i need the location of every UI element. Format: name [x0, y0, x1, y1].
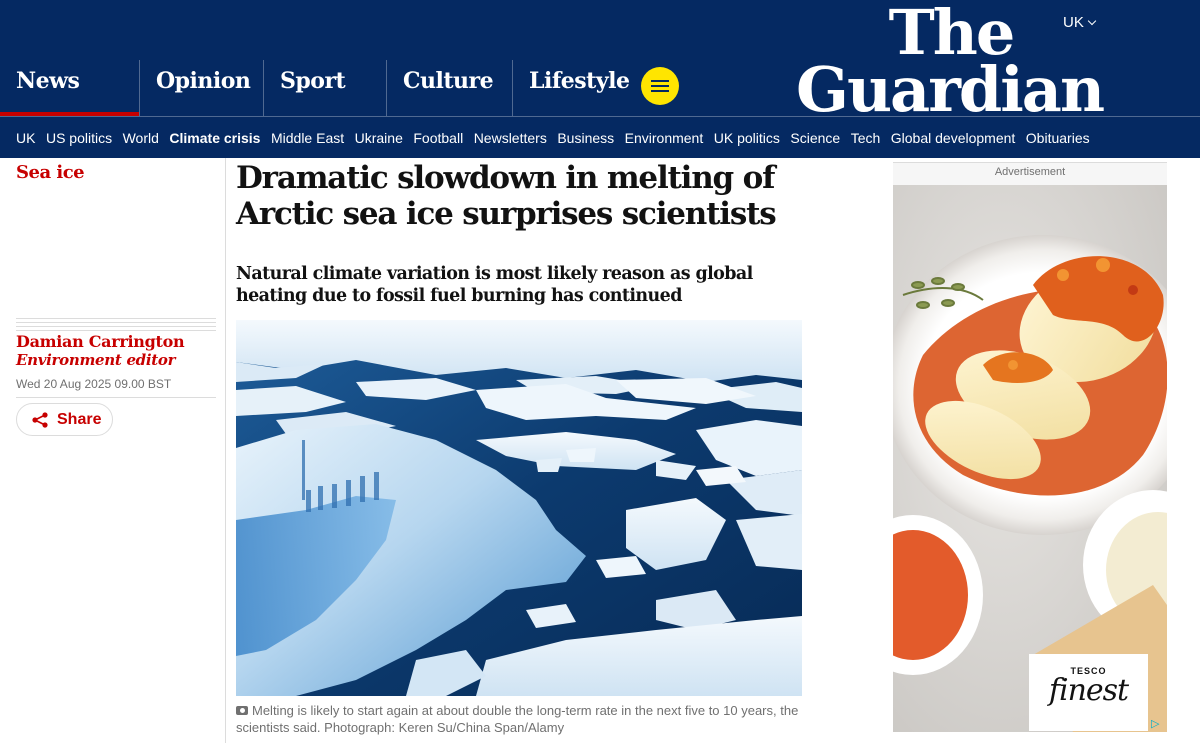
publish-date: Wed 20 Aug 2025 09.00 BST [16, 377, 172, 391]
pillar-news[interactable]: News [0, 60, 139, 116]
share-label: Share [57, 410, 102, 428]
subnav-ukraine[interactable]: Ukraine [355, 130, 403, 146]
subnav-newsletters[interactable]: Newsletters [474, 130, 547, 146]
author-name[interactable]: Damian Carrington [16, 332, 185, 351]
subnav-climate-crisis[interactable]: Climate crisis [169, 130, 260, 146]
pillar-nav: News Opinion Sport Culture Lifestyle [0, 60, 638, 116]
sub-nav: UK US politics World Climate crisis Midd… [0, 116, 1200, 158]
article-headline: Dramatic slowdown in melting of Arctic s… [236, 160, 777, 232]
pillar-lifestyle[interactable]: Lifestyle [512, 60, 638, 116]
subnav-us-politics[interactable]: US politics [46, 130, 112, 146]
subnav-football[interactable]: Football [413, 130, 463, 146]
subnav-middle-east[interactable]: Middle East [271, 130, 344, 146]
column-divider [225, 158, 226, 743]
subnav-tech[interactable]: Tech [851, 130, 881, 146]
meta-divider [16, 397, 216, 398]
subnav-business[interactable]: Business [557, 130, 614, 146]
masthead: UK The Guardian News Opinion Sport Cultu… [0, 0, 1200, 127]
caption-text: Melting is likely to start again at abou… [236, 703, 799, 735]
subnav-uk[interactable]: UK [16, 130, 35, 146]
camera-icon [236, 706, 248, 715]
adchoices-icon[interactable]: ▷ [1151, 717, 1165, 731]
subnav-obituaries[interactable]: Obituaries [1026, 130, 1090, 146]
pillar-culture[interactable]: Culture [386, 60, 512, 116]
article-standfirst: Natural climate variation is most likely… [236, 264, 753, 306]
brand-main: finest [1048, 673, 1129, 708]
guardian-logo[interactable]: The Guardian [796, 1, 1105, 127]
subnav-world[interactable]: World [123, 130, 159, 146]
logo-line-2: Guardian [796, 53, 1105, 127]
image-caption: Melting is likely to start again at abou… [236, 702, 806, 736]
tesco-finest-logo[interactable]: TESCO finest [1029, 654, 1148, 731]
ad-label: Advertisement [994, 166, 1066, 178]
pillar-sport[interactable]: Sport [263, 60, 386, 116]
hero-image [236, 320, 802, 696]
hamburger-icon[interactable] [641, 67, 679, 105]
subnav-environment[interactable]: Environment [625, 130, 704, 146]
author-role: Environment editor [16, 351, 176, 369]
section-tag[interactable]: Sea ice [16, 162, 85, 183]
subnav-uk-politics[interactable]: UK politics [714, 130, 780, 146]
pillar-opinion[interactable]: Opinion [139, 60, 263, 116]
subnav-global-development[interactable]: Global development [891, 130, 1016, 146]
ad-image[interactable] [893, 185, 1167, 732]
share-icon [32, 411, 48, 428]
share-button[interactable]: Share [16, 403, 113, 436]
subnav-science[interactable]: Science [790, 130, 840, 146]
